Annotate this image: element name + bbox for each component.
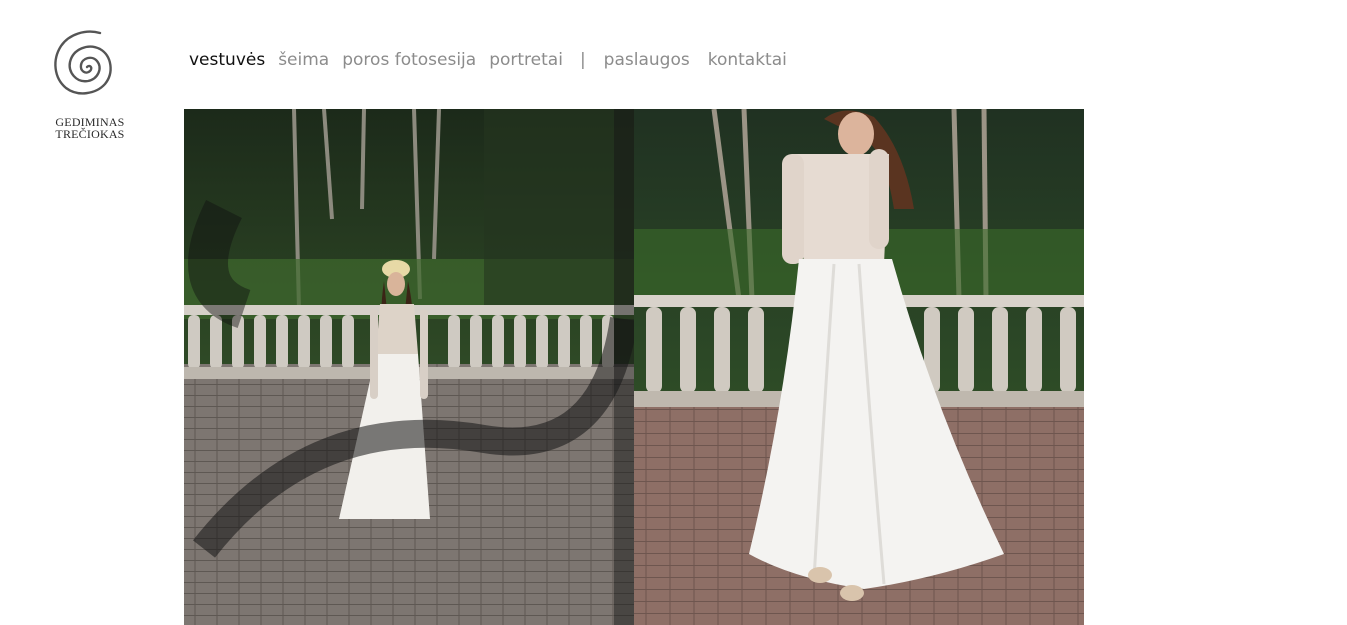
photo-gallery bbox=[184, 109, 1084, 625]
nav-item-poros-fotosesija[interactable]: poros fotosesija bbox=[342, 50, 476, 70]
nav-item-vestuves[interactable]: vestuvės bbox=[189, 50, 265, 70]
main-nav: vestuvės šeima poros fotosesija portreta… bbox=[189, 50, 787, 70]
spiral-logo-icon bbox=[54, 30, 112, 95]
nav-item-paslaugos[interactable]: paslaugos bbox=[604, 50, 690, 70]
site-logo[interactable]: GEDIMINAS TREČIOKAS bbox=[40, 26, 140, 140]
nav-item-seima[interactable]: šeima bbox=[278, 50, 329, 70]
nav-item-portretai[interactable]: portretai bbox=[489, 50, 563, 70]
brand-name-line2: TREČIOKAS bbox=[55, 127, 125, 141]
bride-photo-right[interactable] bbox=[634, 109, 1084, 625]
bride-photo-left[interactable] bbox=[184, 109, 634, 625]
nav-separator: | bbox=[579, 50, 586, 70]
nav-item-kontaktai[interactable]: kontaktai bbox=[708, 50, 787, 70]
